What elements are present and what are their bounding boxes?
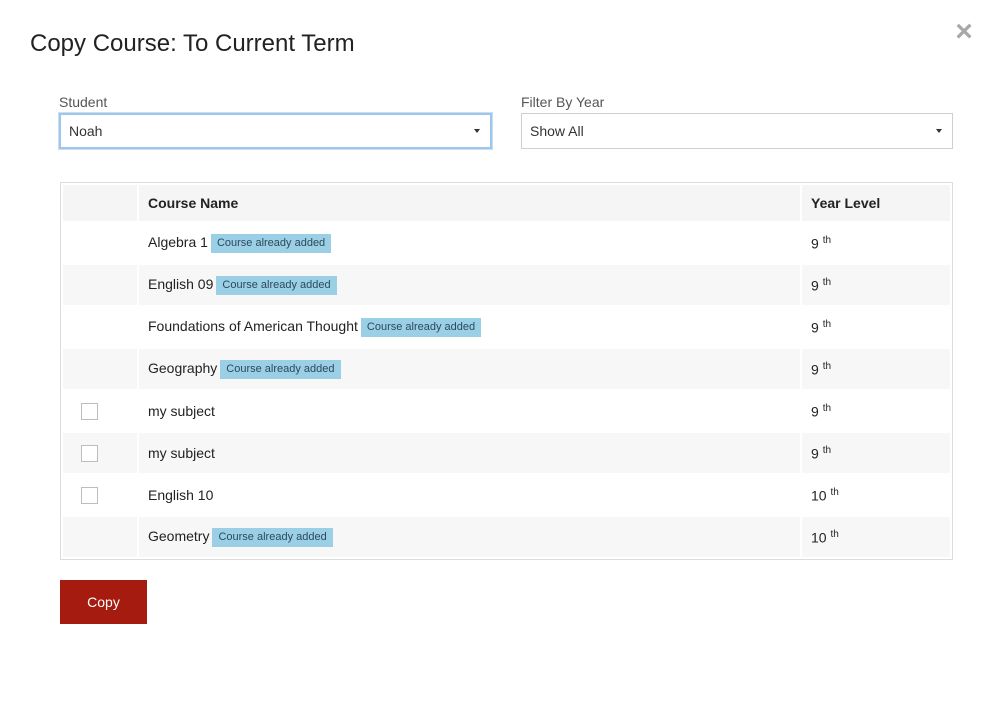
table-row: English 09 Course already added 9 th bbox=[63, 265, 950, 305]
course-name-cell: Algebra 1 Course already added bbox=[139, 223, 800, 263]
year-level-cell: 9 th bbox=[802, 223, 950, 263]
select-cell bbox=[63, 265, 137, 305]
student-select-value: Noah bbox=[69, 123, 103, 139]
year-level-value: 9 bbox=[811, 235, 819, 252]
select-cell bbox=[63, 223, 137, 263]
course-table: Course Name Year Level Algebra 1 Course a… bbox=[61, 183, 952, 559]
select-cell bbox=[63, 391, 137, 431]
table-row: Foundations of American Thought Course al… bbox=[63, 307, 950, 347]
course-name-cell: my subject bbox=[139, 391, 800, 431]
year-level-value: 10 bbox=[811, 487, 827, 504]
course-name: Geometry bbox=[148, 527, 210, 544]
chevron-down-icon bbox=[936, 129, 942, 133]
table-row: Algebra 1 Course already added 9 th bbox=[63, 223, 950, 263]
course-name: Foundations of American Thought bbox=[148, 317, 358, 334]
already-added-badge: Course already added bbox=[360, 317, 482, 337]
year-level-cell: 10 th bbox=[802, 475, 950, 515]
year-level-cell: 9 th bbox=[802, 307, 950, 347]
student-label: Student bbox=[59, 94, 108, 110]
course-name: my subject bbox=[148, 445, 215, 461]
course-name: Algebra 1 bbox=[148, 233, 208, 250]
select-cell bbox=[63, 475, 137, 515]
student-select[interactable]: Noah bbox=[59, 113, 492, 149]
year-level-suffix: th bbox=[830, 486, 839, 498]
course-checkbox[interactable] bbox=[81, 402, 98, 420]
course-name-cell: my subject bbox=[139, 433, 800, 473]
course-name-cell: Geometry Course already added bbox=[139, 517, 800, 557]
year-level-value: 9 bbox=[811, 319, 819, 336]
year-level-suffix: th bbox=[822, 276, 832, 288]
year-level-value: 9 bbox=[811, 277, 819, 294]
course-name: my subject bbox=[148, 403, 215, 419]
year-level-value: 10 bbox=[811, 529, 827, 546]
already-added-badge: Course already added bbox=[216, 275, 337, 295]
course-name-cell: English 10 bbox=[139, 475, 800, 515]
year-level-suffix: th bbox=[822, 234, 832, 246]
year-level-suffix: th bbox=[822, 318, 832, 330]
table-header-row: Course Name Year Level bbox=[63, 185, 950, 221]
chevron-down-icon bbox=[474, 129, 480, 133]
select-cell bbox=[63, 433, 137, 473]
year-level-cell: 10 th bbox=[802, 517, 950, 557]
year-level-value: 9 bbox=[811, 361, 819, 378]
already-added-badge: Course already added bbox=[212, 527, 333, 547]
course-name: Geography bbox=[148, 359, 218, 376]
table-row: my subject 9 th bbox=[63, 391, 950, 431]
filter-year-label: Filter By Year bbox=[521, 94, 605, 110]
year-level-suffix: th bbox=[822, 360, 832, 372]
filter-year-select-value: Show All bbox=[530, 123, 584, 139]
already-added-badge: Course already added bbox=[210, 233, 332, 253]
course-table-container: Course Name Year Level Algebra 1 Course a… bbox=[60, 182, 953, 560]
already-added-badge: Course already added bbox=[220, 359, 341, 379]
year-level-cell: 9 th bbox=[802, 265, 950, 305]
table-row: Geometry Course already added 10 th bbox=[63, 517, 950, 557]
select-cell bbox=[63, 517, 137, 557]
year-level-value: 9 bbox=[811, 445, 819, 462]
course-name-cell: Foundations of American Thought Course al… bbox=[139, 307, 800, 347]
filter-year-select[interactable]: Show All bbox=[521, 113, 953, 149]
year-level-cell: 9 th bbox=[802, 391, 950, 431]
table-row: Geography Course already added 9 th bbox=[63, 349, 950, 389]
course-checkbox[interactable] bbox=[81, 486, 98, 504]
select-cell bbox=[63, 307, 137, 347]
course-checkbox[interactable] bbox=[81, 444, 98, 462]
year-level-suffix: th bbox=[830, 528, 839, 540]
close-icon[interactable]: × bbox=[950, 16, 978, 48]
modal-title: Copy Course: To Current Term bbox=[30, 30, 355, 57]
course-name: English 10 bbox=[148, 487, 214, 503]
course-name: English 09 bbox=[148, 275, 214, 292]
course-name-cell: English 09 Course already added bbox=[139, 265, 800, 305]
header-course-name: Course Name bbox=[139, 185, 800, 221]
header-select bbox=[63, 185, 137, 221]
year-level-suffix: th bbox=[822, 444, 832, 456]
year-level-cell: 9 th bbox=[802, 349, 950, 389]
year-level-value: 9 bbox=[811, 403, 819, 420]
course-name-cell: Geography Course already added bbox=[139, 349, 800, 389]
year-level-suffix: th bbox=[822, 402, 832, 414]
year-level-cell: 9 th bbox=[802, 433, 950, 473]
table-row: my subject 9 th bbox=[63, 433, 950, 473]
table-row: English 10 10 th bbox=[63, 475, 950, 515]
header-year-level: Year Level bbox=[802, 185, 950, 221]
copy-button[interactable]: Copy bbox=[60, 580, 147, 624]
select-cell bbox=[63, 349, 137, 389]
